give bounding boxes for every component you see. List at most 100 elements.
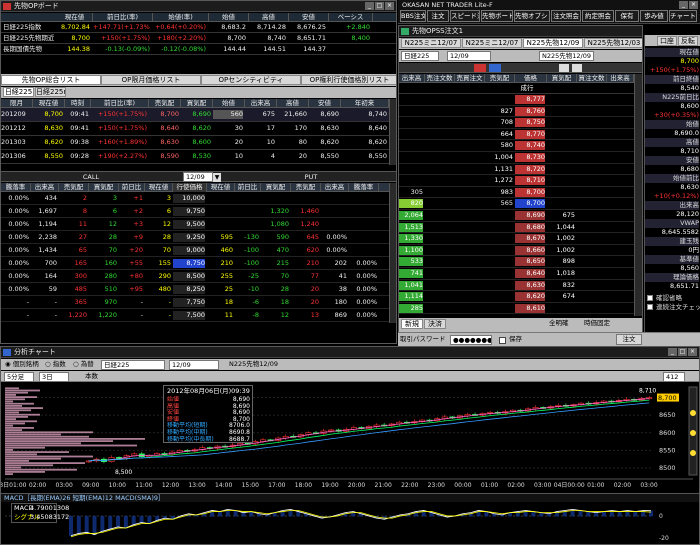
speed-order-tab[interactable]: N225ミニ12/07 <box>401 38 461 48</box>
ladder-scrollbar[interactable] <box>634 74 642 316</box>
radio-index[interactable]: ○ 指数 <box>45 360 66 369</box>
option-row[interactable]: 0.00% 1,697 8 6 +2 6 9,750 1,320 1,460 <box>1 205 389 218</box>
save-checkbox[interactable] <box>499 337 506 344</box>
toolbar-button[interactable]: 注文照会 <box>551 10 581 22</box>
account-button[interactable]: 口座 <box>657 36 677 46</box>
ladder-row[interactable]: 285 8,610 <box>399 303 634 315</box>
board-subtab[interactable]: 日経225 <box>3 87 34 97</box>
chart-minimize-icon[interactable]: _ <box>668 348 677 356</box>
ladder-row[interactable]: 533 8,650 898 <box>399 256 634 268</box>
password-input[interactable]: ●●●●●●●● <box>450 335 492 345</box>
toolbar-button[interactable]: チャート <box>669 10 697 22</box>
all-clear-option[interactable]: 全明確 <box>549 319 569 328</box>
new-order-tab[interactable]: 新規 <box>401 319 423 329</box>
lock-icon[interactable] <box>559 64 569 72</box>
chart-titlebar[interactable]: 分析チャート _ □ × <box>1 347 699 358</box>
option-scrollbar[interactable] <box>389 183 396 323</box>
close-icon[interactable]: × <box>385 2 394 10</box>
maximize-icon[interactable]: □ <box>375 2 384 10</box>
ladder-row[interactable]: 1,272 8,710 <box>399 175 634 187</box>
price-chart[interactable]: 86508600855085008,7008,7108,50003日01:000… <box>1 383 699 491</box>
period-select[interactable]: 5分足 <box>4 372 34 382</box>
side-check[interactable]: 連続注文チェック <box>647 303 700 312</box>
index-select[interactable]: 日経225 <box>101 360 165 370</box>
ladder-row[interactable]: 827 8,760 <box>399 106 634 118</box>
futures-board-titlebar[interactable]: 先物OPボード _ □ × <box>1 1 396 12</box>
chart-emoji-icon[interactable] <box>690 410 696 416</box>
ladder-row[interactable]: 305 983 8,700 <box>399 187 634 199</box>
toolbar-minimize-icon[interactable]: _ <box>679 1 688 9</box>
option-row[interactable]: 0.00% 1,194 11 12 +3 12 9,500 1,080 1,240 <box>1 218 389 231</box>
radio-fx[interactable]: ○ 為替 <box>73 360 94 369</box>
futures-row[interactable]: 201303 8,620 09:38 +160(+1.89%) 8,630 8,600 20… <box>1 136 389 150</box>
toolbar-button[interactable]: 先物ボード <box>481 10 513 22</box>
ladder-row[interactable]: 1,004 8,730 <box>399 152 634 164</box>
close-order-tab[interactable]: 決済 <box>424 319 446 329</box>
settings-icon[interactable] <box>572 64 582 72</box>
ladder-row[interactable]: 820 565 8,700 <box>399 198 634 210</box>
month-dropdown-icon[interactable]: ▼ <box>213 173 221 182</box>
option-row[interactable]: 0.00% 700 165 160 +55 155 8,750 210 -100 215 210 20… <box>1 257 389 270</box>
speed-order-tab[interactable]: N225先物12/09 <box>523 38 583 48</box>
speed-order-tab[interactable]: N225先物12/03 <box>584 38 642 48</box>
speed-order-tab[interactable]: N225ミニ12/07 <box>462 38 522 48</box>
board-tab[interactable]: OP限月価格リスト <box>101 75 201 85</box>
board-subtab[interactable]: 日経225mini <box>35 87 66 97</box>
ladder-row[interactable]: 1,131 8,720 <box>399 164 634 176</box>
futures-row[interactable]: 201306 8,550 09:28 +190(+2.27%) 8,590 8,530 10… <box>1 150 389 164</box>
buy-button[interactable] <box>474 64 486 72</box>
toolbar-button[interactable]: 先物オプション <box>514 10 550 22</box>
ladder-market-row[interactable]: 成行 <box>399 83 634 94</box>
ladder-row[interactable]: 1,330 8,670 1,002 <box>399 233 634 245</box>
option-row[interactable]: 0.00% 434 2 3 +1 3 10,000 <box>1 192 389 205</box>
ladder-row[interactable]: 664 8,770 <box>399 129 634 141</box>
month-select[interactable]: 12/09 <box>447 51 491 61</box>
side-check[interactable]: 確認省略 <box>647 294 700 303</box>
chart-maximize-icon[interactable]: □ <box>678 348 687 356</box>
toolbar-button[interactable]: スピード注文 <box>450 10 480 22</box>
board-tab[interactable]: OP権利行使価格別リスト <box>301 75 396 85</box>
board-summary-row[interactable]: 日経225指数 8,702.84 +147.71(+1.73%) +0.64(+0.2… <box>1 22 396 33</box>
chart-emoji-icon[interactable] <box>690 430 696 436</box>
ladder-row[interactable]: 708 8,750 <box>399 117 634 129</box>
toolbar-button[interactable]: 歩み値 <box>640 10 668 22</box>
ladder-row[interactable]: 1,513 8,680 1,044 <box>399 222 634 234</box>
count-option[interactable]: 本数 <box>85 372 98 381</box>
futures-row[interactable]: 201212 8,630 09:41 +150(+1.75%) 8,640 8,620 30… <box>1 122 389 136</box>
board-tab[interactable]: 先物OP総合リスト <box>1 75 101 85</box>
ladder-row[interactable]: 2,064 8,690 675 <box>399 210 634 222</box>
futures-row[interactable]: 201209 8,700 09:41 +150(+1.75%) 8,700 8,690 56… <box>1 108 389 122</box>
bar-count-input[interactable]: 412 <box>663 372 685 382</box>
option-row[interactable]: 0.00% 164 300 280 +80 290 8,500 255 -25 70 77 41 0.0… <box>1 270 389 283</box>
chart-close-icon[interactable]: × <box>688 348 697 356</box>
option-row[interactable]: 0.00% 1,434 65 70 +20 70 9,000 460 -100 470 620 0.0… <box>1 244 389 257</box>
toolbar-button[interactable]: 注文 <box>427 10 449 22</box>
checkbox-icon[interactable] <box>647 295 653 301</box>
board-summary-row[interactable]: 長期国債先物 144.38 -0.13(-0.09%) -0.12(-0.08%) 14… <box>1 44 396 55</box>
board-summary-row[interactable]: 日経225先物期近 8,700 +150(+1.75%) +180(+2.20%) 8,… <box>1 33 396 44</box>
toolbar-close-icon[interactable]: × <box>689 1 698 9</box>
ladder-row[interactable]: 1,114 8,620 674 <box>399 291 634 303</box>
ladder-row[interactable]: 1,100 8,660 1,002 <box>399 245 634 257</box>
price-fix-option[interactable]: 時価固定 <box>584 319 610 328</box>
board-tab[interactable]: OPセンシティビティ <box>201 75 301 85</box>
toolbar-button[interactable]: 約定照会 <box>582 10 614 22</box>
checkbox-icon[interactable] <box>647 304 653 310</box>
toolbar-button[interactable]: 保有 <box>615 10 639 22</box>
toolbar-button[interactable]: BBS注文 <box>400 10 426 22</box>
range-select[interactable]: 3日 <box>39 372 69 382</box>
chart-emoji-icon[interactable] <box>690 450 696 456</box>
ladder-row[interactable]: 741 8,640 1,018 <box>399 268 634 280</box>
product-select[interactable]: 日経225 <box>401 51 439 61</box>
option-month-select[interactable]: 12/09 <box>183 172 213 182</box>
reverse-button[interactable]: 反転 <box>678 36 698 46</box>
order-button[interactable]: 注文 <box>616 334 642 345</box>
ladder-row[interactable]: 1,041 8,630 832 <box>399 280 634 292</box>
chart-month-select[interactable]: 12/09 <box>169 360 219 370</box>
ladder-row[interactable]: 8,777 <box>399 94 634 106</box>
option-row[interactable]: 0.00% 2,238 27 28 +9 28 9,250 595 -130 590 645 0.00… <box>1 231 389 244</box>
futures-scrollbar[interactable] <box>389 99 396 165</box>
option-row[interactable]: - -365 970- -7,750 18 -6 18 20 180 0.00% <box>1 296 389 309</box>
sell-button[interactable] <box>489 64 501 72</box>
radio-stock[interactable]: ◉ 個別銘柄 <box>5 360 39 369</box>
